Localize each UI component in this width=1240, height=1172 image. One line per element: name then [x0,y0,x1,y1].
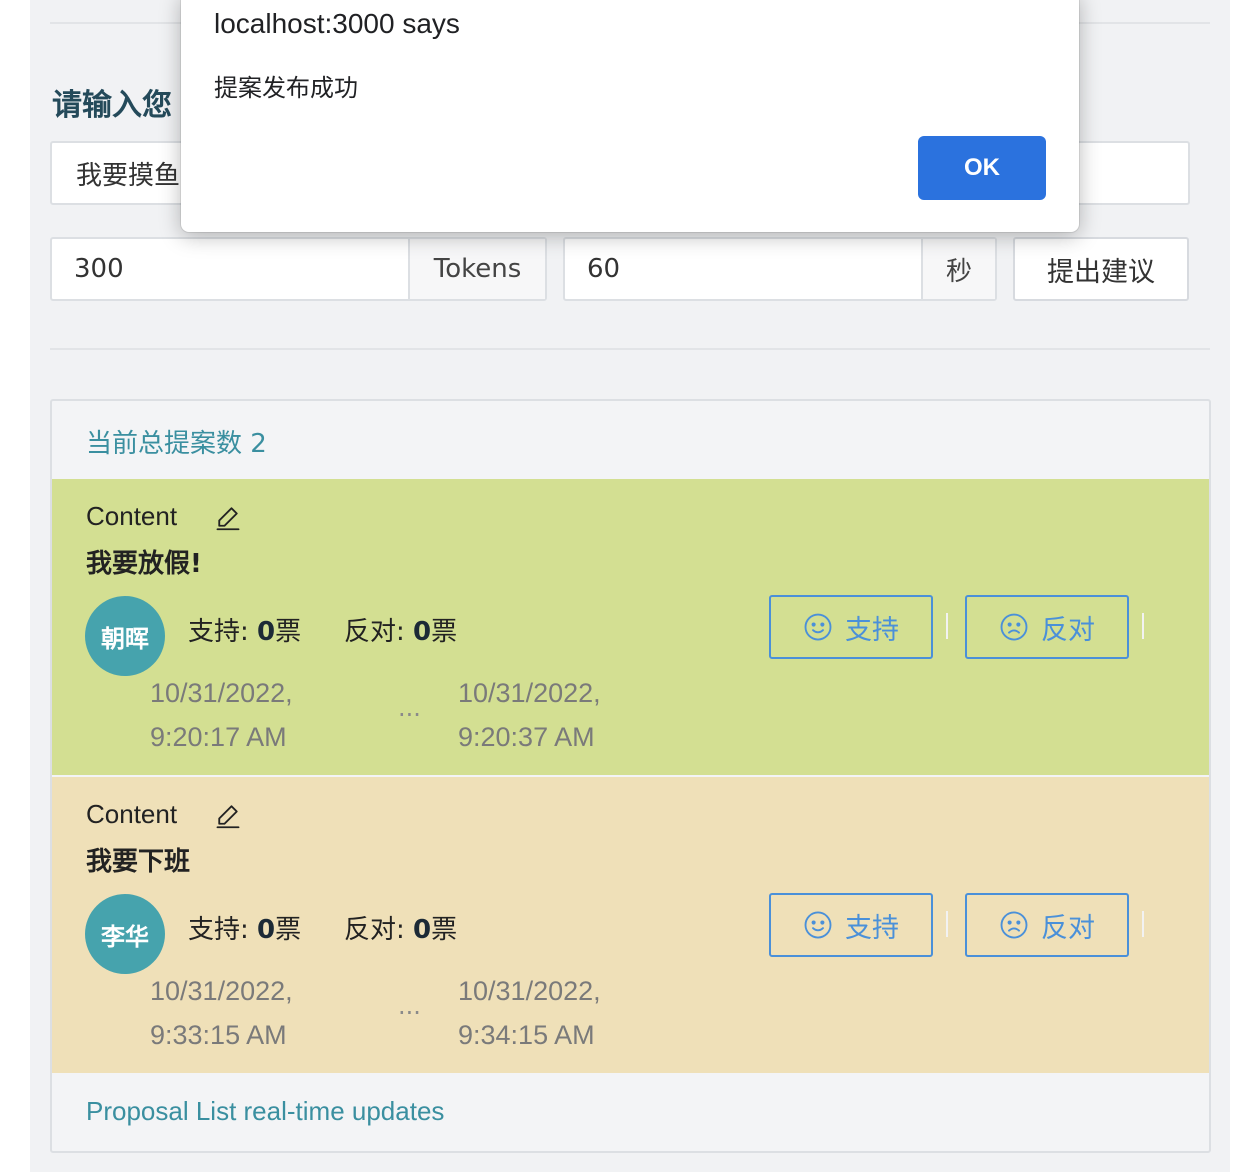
oppose-count: 0 [413,617,432,647]
dialog-message: 提案发布成功 [214,74,358,102]
seconds-input[interactable]: 60 [565,239,921,299]
proposal-list: 当前总提案数 2 Content 我要放假! 朝晖 支持: 0票 反对: 0票 … [50,399,1211,1153]
support-button[interactable]: 支持 [769,893,933,957]
seconds-unit: 秒 [921,239,995,299]
oppose-button[interactable]: 反对 [965,595,1129,659]
proposal-count-header: 当前总提案数 2 [86,429,267,459]
end-date-text: 10/31/2022, [458,678,601,708]
form-title: 请输入您 [52,88,172,123]
start-time: 10/31/2022, 9:33:15 AM [150,969,293,1057]
support-count: 0 [257,617,276,647]
proposal-content: 我要下班 [86,847,191,877]
pencil-icon[interactable] [214,503,242,531]
frown-icon [1000,911,1028,939]
divider [1142,911,1144,937]
end-time-text: 9:20:37 AM [458,722,595,752]
end-time: 10/31/2022, 9:20:37 AM [458,671,601,759]
frown-icon [1000,613,1028,641]
start-time-text: 9:33:15 AM [150,1020,287,1050]
vote-unit: 票 [431,915,458,945]
oppose-label: 反对: [344,617,405,647]
vote-unit: 票 [275,617,302,647]
start-date-text: 10/31/2022, [150,976,293,1006]
support-tally: 支持: 0票 [188,909,301,946]
oppose-tally: 反对: 0票 [344,611,457,648]
proposal-list-footer: Proposal List real-time updates [86,1096,445,1126]
content-label: Content [86,501,178,531]
avatar: 朝晖 [85,596,165,676]
vote-unit: 票 [275,915,302,945]
proposal-item: Content 我要下班 李华 支持: 0票 反对: 0票 支持 反对 10/3… [52,777,1209,1073]
oppose-button-label: 反对 [1041,614,1095,646]
oppose-button[interactable]: 反对 [965,893,1129,957]
support-count: 0 [257,915,276,945]
time-separator: ... [398,992,421,1020]
start-time: 10/31/2022, 9:20:17 AM [150,671,293,759]
divider [1142,613,1144,639]
submit-proposal-button[interactable]: 提出建议 [1013,237,1189,301]
tokens-input-group: 300 Tokens [50,237,547,301]
content-input-value: 我要摸鱼 [76,160,181,191]
time-separator: ... [398,694,421,722]
oppose-count: 0 [413,915,432,945]
support-button-label: 支持 [845,912,899,944]
end-date-text: 10/31/2022, [458,976,601,1006]
tokens-input[interactable]: 300 [52,239,408,299]
start-time-text: 9:20:17 AM [150,722,287,752]
smile-icon [804,911,832,939]
oppose-tally: 反对: 0票 [344,909,457,946]
dialog-title: localhost:3000 says [214,8,460,39]
end-time: 10/31/2022, 9:34:15 AM [458,969,601,1057]
proposal-content: 我要放假! [86,549,202,579]
alert-dialog: localhost:3000 says 提案发布成功 OK [181,0,1079,232]
start-date-text: 10/31/2022, [150,678,293,708]
support-button[interactable]: 支持 [769,595,933,659]
divider [946,911,948,937]
divider [946,613,948,639]
vote-unit: 票 [431,617,458,647]
pencil-icon[interactable] [214,801,242,829]
proposal-item: Content 我要放假! 朝晖 支持: 0票 反对: 0票 支持 反对 10/… [52,479,1209,775]
support-label: 支持: [188,617,249,647]
smile-icon [804,613,832,641]
form-divider [50,348,1210,350]
seconds-input-group: 60 秒 [563,237,997,301]
support-button-label: 支持 [845,614,899,646]
tokens-unit: Tokens [408,239,545,299]
oppose-button-label: 反对 [1041,912,1095,944]
end-time-text: 9:34:15 AM [458,1020,595,1050]
ok-button[interactable]: OK [918,136,1046,200]
support-label: 支持: [188,915,249,945]
support-tally: 支持: 0票 [188,611,301,648]
avatar: 李华 [85,894,165,974]
content-label: Content [86,799,178,829]
oppose-label: 反对: [344,915,405,945]
